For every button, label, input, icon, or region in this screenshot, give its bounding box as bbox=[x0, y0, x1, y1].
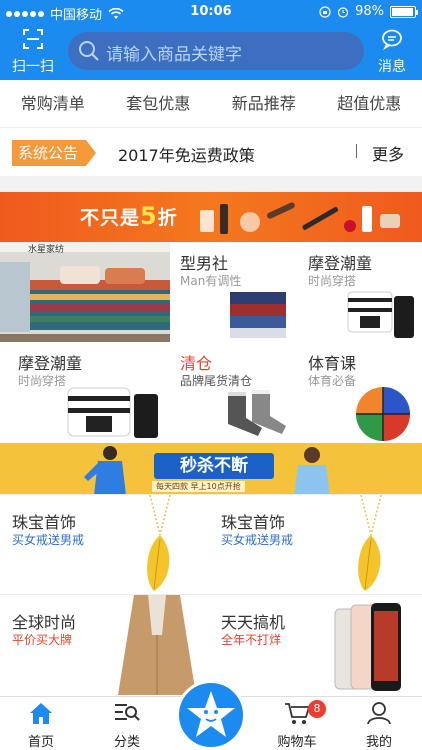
bedding-brand-label: 水星家纺 bbox=[28, 245, 65, 255]
category-icon bbox=[115, 704, 140, 721]
notice-more-link[interactable]: 更多 bbox=[372, 141, 404, 165]
cart-icon bbox=[285, 703, 311, 724]
promo-banner-seckill[interactable]: 秒杀不断 每天四款 早上10点开抢 bbox=[0, 443, 422, 495]
product-tile-jewelry-2[interactable]: 珠宝首饰 买女戒送男戒 bbox=[211, 495, 422, 595]
model-figure-right bbox=[294, 447, 330, 495]
scan-button[interactable]: 扫一扫 bbox=[8, 28, 58, 75]
divider bbox=[0, 494, 422, 495]
bedroom-bedding-tile[interactable]: 水星家纺 bbox=[0, 242, 170, 342]
product-name: 摩登潮童 bbox=[308, 254, 373, 273]
smartphones-image bbox=[334, 603, 401, 691]
category-tabs: 常购清单 套包优惠 新品推荐 超值优惠 bbox=[0, 80, 422, 128]
tab-category[interactable]: 分类 bbox=[92, 701, 162, 750]
user-icon bbox=[367, 702, 391, 725]
tab-frequent-list[interactable]: 常购清单 bbox=[0, 80, 106, 127]
scan-icon bbox=[23, 29, 43, 49]
tab-home[interactable]: 首页 bbox=[6, 701, 76, 750]
battery-percent: 98% bbox=[355, 4, 384, 19]
product-tile-men[interactable]: 型男社 Man有调性 bbox=[170, 242, 296, 342]
product-tile-kids-1[interactable]: 摩登潮童 时尚穿搭 bbox=[296, 242, 422, 342]
notice-text[interactable]: 2017年免运费政策 bbox=[118, 142, 255, 166]
lock-rotation-icon bbox=[319, 5, 331, 18]
product-name: 体育课 bbox=[308, 354, 357, 373]
scan-label: 扫一扫 bbox=[12, 59, 54, 75]
cart-count-badge: 8 bbox=[308, 700, 326, 718]
home-icon bbox=[30, 703, 52, 724]
tab-category-label: 分类 bbox=[113, 735, 140, 750]
product-name: 摩登潮童 bbox=[18, 354, 83, 373]
promo-banner-discount[interactable]: 不只是5折 bbox=[0, 192, 422, 242]
product-tile-kids-2[interactable]: 摩登潮童 时尚穿搭 bbox=[0, 342, 170, 442]
product-name: 清仓 bbox=[180, 354, 213, 373]
chat-bubble-icon bbox=[382, 29, 402, 51]
product-desc: 时尚穿搭 bbox=[18, 374, 67, 388]
cosmetics-illustration bbox=[200, 202, 400, 234]
feather-pendant-image bbox=[147, 495, 171, 591]
coat-image bbox=[118, 595, 196, 695]
product-name: 珠宝首饰 bbox=[221, 513, 286, 532]
section-gap bbox=[0, 176, 422, 192]
product-name: 全球时尚 bbox=[12, 613, 77, 632]
message-label: 消息 bbox=[378, 59, 406, 75]
tab-new-products[interactable]: 新品推荐 bbox=[211, 80, 317, 127]
search-input[interactable]: 请输入商品关键字 bbox=[68, 32, 364, 70]
battery-icon bbox=[390, 5, 418, 18]
search-placeholder: 请输入商品关键字 bbox=[106, 45, 242, 65]
product-tile-jewelry-1[interactable]: 珠宝首饰 买女戒送男戒 bbox=[0, 495, 211, 595]
kids-outfit-image bbox=[347, 291, 414, 338]
star-mascot-icon bbox=[187, 691, 235, 737]
divider bbox=[0, 594, 422, 595]
feather-pendant-image bbox=[358, 495, 382, 591]
product-name: 天天搞机 bbox=[221, 613, 286, 632]
tab-mine-label: 我的 bbox=[365, 735, 392, 750]
message-button[interactable]: 消息 bbox=[370, 28, 414, 75]
ball-image bbox=[356, 387, 410, 441]
system-notice-bar: 系统公告 2017年免运费政策 更多 bbox=[0, 128, 422, 176]
tab-mine[interactable]: 我的 bbox=[344, 701, 414, 750]
bedding-image bbox=[0, 242, 170, 342]
product-tile-sports[interactable]: 体育课 体育必备 bbox=[296, 342, 422, 442]
tab-package-deals[interactable]: 套包优惠 bbox=[106, 80, 212, 127]
search-icon bbox=[79, 41, 99, 61]
kids-outfit-image bbox=[67, 387, 158, 438]
header: 中国移动 10:06 98% 扫一扫 请输入商品关键字 消息 bbox=[0, 0, 422, 80]
notice-tag: 系统公告 bbox=[12, 140, 97, 166]
product-tile-phones[interactable]: 天天搞机 全年不打烊 bbox=[211, 595, 422, 695]
product-desc: 买女戒送男戒 bbox=[12, 533, 85, 547]
socks-image bbox=[228, 390, 286, 436]
model-figure-left bbox=[84, 446, 126, 495]
product-desc: 平价买大牌 bbox=[12, 633, 73, 647]
tab-home-label: 首页 bbox=[27, 735, 54, 750]
alarm-icon bbox=[337, 6, 349, 18]
banner-title: 不只是5折 bbox=[80, 202, 178, 230]
tab-value-deals[interactable]: 超值优惠 bbox=[317, 80, 422, 127]
center-star-button[interactable] bbox=[176, 680, 246, 750]
product-desc: 体育必备 bbox=[308, 374, 357, 388]
product-tile-fashion[interactable]: 全球时尚 平价买大牌 bbox=[0, 595, 211, 695]
seckill-title: 秒杀不断 bbox=[154, 453, 274, 479]
seckill-subtitle: 每天四款 早上10点开抢 bbox=[152, 481, 245, 492]
product-name: 型男社 bbox=[180, 254, 229, 273]
product-desc: 买女戒送男戒 bbox=[221, 533, 294, 547]
app-screen: 中国移动 10:06 98% 扫一扫 请输入商品关键字 消息 常购清单 套包优惠… bbox=[0, 0, 422, 750]
product-desc: 全年不打烊 bbox=[221, 633, 282, 647]
product-tile-clearance[interactable]: 清仓 品牌尾货清仓 bbox=[170, 342, 296, 442]
product-name: 珠宝首饰 bbox=[12, 513, 77, 532]
status-bar: 中国移动 10:06 98% bbox=[0, 0, 422, 24]
folded-shirts-image bbox=[230, 284, 286, 338]
tab-cart-label: 购物车 bbox=[277, 735, 317, 750]
product-desc: 品牌尾货清仓 bbox=[180, 374, 253, 388]
notice-separator bbox=[356, 144, 357, 158]
